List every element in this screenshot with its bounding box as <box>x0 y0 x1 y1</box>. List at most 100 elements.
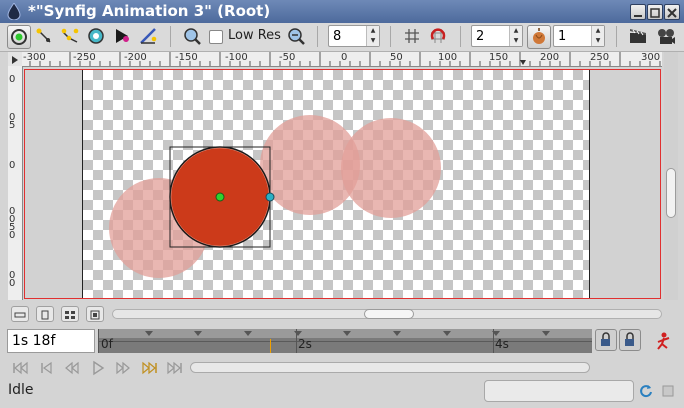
handles-icon <box>41 310 49 320</box>
seek-next-frame-button[interactable] <box>113 359 133 377</box>
ruler-label: 100 <box>438 52 458 63</box>
onion-past-value: 2 <box>476 29 485 44</box>
close-button[interactable] <box>664 4 680 20</box>
guides-icon <box>65 311 75 319</box>
zoom-in-icon <box>184 28 201 45</box>
toggle-onion-button[interactable] <box>86 306 104 322</box>
seek-begin-button[interactable] <box>10 359 30 377</box>
faded-circle-right <box>341 118 441 218</box>
onion-past-spinner[interactable]: 2 ▲ ▼ <box>471 25 523 47</box>
draw-tool-button[interactable] <box>137 25 159 47</box>
toolbar-separator <box>460 26 461 47</box>
onion-future-spinner[interactable]: 1 ▲ ▼ <box>553 25 605 47</box>
snap-toggle-button[interactable] <box>427 25 449 47</box>
spinner-arrows-icon[interactable]: ▲ ▼ <box>591 26 604 46</box>
ruler-label: -50 <box>279 52 296 63</box>
time-tick <box>542 331 550 336</box>
lowres-label: Low Res <box>228 28 281 43</box>
spinner-arrows-icon[interactable]: ▲ ▼ <box>509 26 522 46</box>
mirror-tool-button[interactable] <box>111 25 133 47</box>
ruler-label: -250 <box>73 52 96 63</box>
stop-button[interactable] <box>660 383 676 399</box>
lock-icon <box>601 332 610 346</box>
transform-tool-icon <box>11 29 27 45</box>
zoom-in-button[interactable] <box>181 25 203 47</box>
render-icon <box>630 29 646 43</box>
snap-icon <box>430 28 446 43</box>
toolbar-separator <box>616 26 617 47</box>
frame-icon <box>90 310 100 320</box>
time-gridline <box>98 329 99 353</box>
seek-next-keyframe-button[interactable] <box>139 359 159 377</box>
ruler-label: 0 <box>341 52 348 63</box>
render-button[interactable] <box>627 25 649 47</box>
canvas-layers[interactable] <box>24 69 661 299</box>
grid-toggle-button[interactable] <box>401 25 423 47</box>
horizontal-scroll-thumb[interactable] <box>364 309 414 319</box>
app-icon <box>7 2 21 21</box>
current-time-field[interactable]: 1s 18f <box>7 329 95 353</box>
smooth-move-button[interactable] <box>33 25 55 47</box>
vertical-scroll-thumb[interactable] <box>666 168 676 218</box>
ruler-label: 150 <box>489 52 509 63</box>
minimize-button[interactable] <box>630 4 646 20</box>
time-tick <box>443 331 451 336</box>
onion-skin-button[interactable] <box>527 25 551 49</box>
refresh-button[interactable] <box>638 383 654 399</box>
maximize-button[interactable] <box>647 4 663 20</box>
transform-tool-button[interactable] <box>7 25 31 49</box>
lock-past-keyframe-button[interactable] <box>595 329 617 351</box>
seek-prev-frame-button[interactable] <box>62 359 82 377</box>
ruler-label: 0 <box>9 74 16 85</box>
quality-spinner[interactable]: 8 ▲ ▼ <box>328 25 380 47</box>
onion-skin-icon <box>533 28 545 44</box>
ruler-vertical: 0 0 5 0 0 0 5 0 0 0 <box>8 66 23 300</box>
ruler-label: -200 <box>124 52 147 63</box>
lock-future-keyframe-button[interactable] <box>619 329 641 351</box>
radius-handle[interactable] <box>265 192 275 202</box>
rotate-tool-icon <box>88 28 104 44</box>
seek-prev-keyframe-button[interactable] <box>36 359 56 377</box>
refresh-icon <box>640 385 652 398</box>
play-button[interactable] <box>88 359 108 377</box>
playback-progress-bar[interactable] <box>190 362 590 373</box>
lock-icon <box>625 332 634 346</box>
ruler-label: 0 <box>9 278 16 289</box>
layout-icon <box>14 312 26 318</box>
ruler-label: 0 <box>9 230 16 241</box>
triangle-right-icon <box>12 56 18 64</box>
ruler-horizontal: -300 -250 -200 -150 -100 -50 0 50 100 15… <box>22 52 662 67</box>
toggle-guides-button[interactable] <box>61 306 79 322</box>
status-progress-field <box>484 380 634 402</box>
rotate-tool-button[interactable] <box>85 25 107 47</box>
lowres-checkbox[interactable] <box>209 30 223 44</box>
spinner-arrows-icon[interactable]: ▲ ▼ <box>366 26 379 46</box>
time-tick <box>194 331 202 336</box>
ruler-corner-toggle[interactable] <box>8 52 23 67</box>
onion-future-value: 1 <box>558 29 567 44</box>
time-label: 0f <box>101 337 113 351</box>
scale-tool-button[interactable] <box>59 25 81 47</box>
mirror-tool-icon <box>116 29 129 43</box>
animation-mode-icon <box>657 332 670 350</box>
ruler-label: 250 <box>590 52 610 63</box>
draw-tool-icon <box>140 28 157 44</box>
toggle-handles-button[interactable] <box>36 306 54 322</box>
zoom-out-button[interactable] <box>285 25 307 47</box>
time-gridline <box>493 329 494 353</box>
seek-end-button[interactable] <box>165 359 185 377</box>
preview-icon <box>658 29 675 44</box>
time-label: 2s <box>298 337 312 351</box>
preview-button[interactable] <box>655 25 677 47</box>
ruler-label: -100 <box>225 52 248 63</box>
time-gridline <box>296 329 297 353</box>
ruler-label: -300 <box>23 52 46 63</box>
quality-value: 8 <box>333 29 342 44</box>
time-cursor[interactable] <box>270 339 271 353</box>
seek-end-icon <box>167 361 182 375</box>
time-tick <box>145 331 153 336</box>
toggle-layout-button[interactable] <box>11 306 29 322</box>
animation-mode-button[interactable] <box>652 330 676 352</box>
origin-handle[interactable] <box>215 192 225 202</box>
window-title: *"Synfig Animation 3" (Root) <box>28 2 271 20</box>
